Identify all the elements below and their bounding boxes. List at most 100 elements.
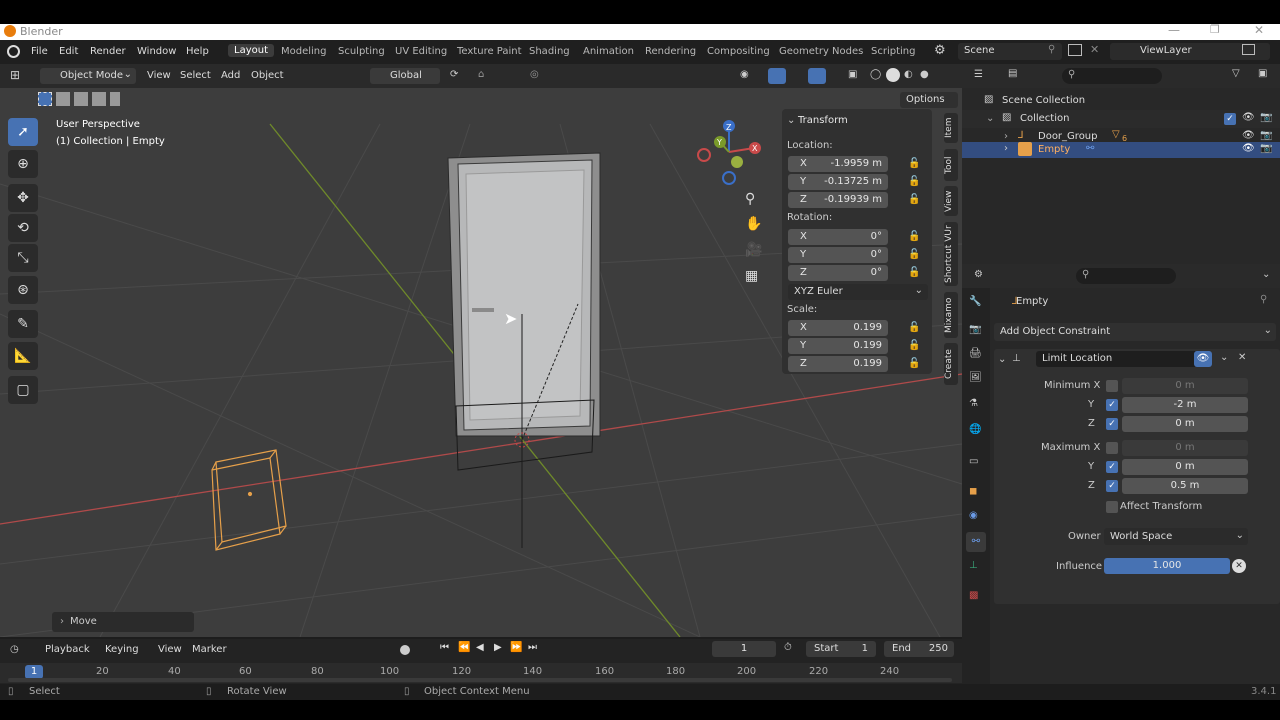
rotation-x-field[interactable]: X 0° [788, 229, 888, 245]
disable-keep-transform-icon[interactable]: ✕ [1232, 559, 1246, 573]
scale-z-field[interactable]: Z 0.199 [788, 356, 888, 372]
menu-window[interactable]: Window [137, 46, 176, 57]
tab-sculpting[interactable]: Sculpting [338, 46, 385, 57]
zoom-icon[interactable]: ⚲ [745, 191, 755, 207]
move-tool[interactable]: ✥ [8, 184, 38, 212]
scale-tool[interactable]: ⤡ [8, 244, 38, 272]
tab-tool[interactable]: Tool [944, 149, 958, 181]
constraints-tab-icon[interactable]: ⚯ [966, 532, 986, 552]
menu-marker[interactable]: Marker [192, 644, 227, 655]
menu-file[interactable]: File [31, 46, 48, 57]
visibility-icon[interactable]: ◉ [740, 69, 749, 80]
menu-add[interactable]: Add [221, 70, 240, 81]
door-object[interactable] [447, 152, 601, 548]
max-y-field[interactable]: 0 m [1122, 459, 1248, 475]
tab-geometry-nodes[interactable]: Geometry Nodes [779, 46, 863, 57]
solid-shading-icon[interactable] [886, 68, 900, 82]
jump-end-icon[interactable]: ⏭ [528, 642, 537, 653]
transform-tool[interactable]: ⊛ [8, 276, 38, 304]
new-collection-icon[interactable]: ▣ [1258, 68, 1267, 79]
mode-dropdown[interactable]: Object Mode ⌄ [40, 68, 136, 84]
new-view-layer-icon[interactable] [1242, 44, 1255, 55]
object-data-tab-icon[interactable]: ⊥ [969, 560, 978, 571]
grid-perspective-icon[interactable]: ▦ [745, 268, 758, 284]
start-frame-field[interactable]: Start 1 [806, 641, 876, 657]
collection-tab-icon[interactable]: ▭ [969, 456, 978, 467]
tab-uv-editing[interactable]: UV Editing [395, 46, 447, 57]
tab-shortcut-vur[interactable]: Shortcut VUr [944, 222, 958, 286]
chevron-down-icon[interactable]: ⌄ [1262, 269, 1270, 280]
menu-edit[interactable]: Edit [59, 46, 78, 57]
select-box-tool[interactable]: ➚ [8, 118, 38, 146]
min-x-field[interactable]: 0 m [1122, 378, 1248, 394]
menu-view-timeline[interactable]: View [158, 644, 182, 655]
3d-viewport[interactable]: Z X Y ⊞ Object Mode ⌄ View Select Add Ob… [0, 64, 962, 637]
lock-icon[interactable]: 🔓 [908, 231, 920, 242]
play-reverse-icon[interactable]: ◀ [476, 642, 484, 653]
tab-scripting[interactable]: Scripting [871, 46, 915, 57]
maximize-icon[interactable]: ❐ [1210, 23, 1220, 36]
scene-icon[interactable]: ⚙ [934, 43, 946, 58]
select-new-icon[interactable] [38, 92, 52, 106]
selection-mode-buttons[interactable] [36, 92, 120, 106]
view-layer-tab-icon[interactable]: 🖼 [969, 372, 982, 383]
outliner-row-collection[interactable]: ⌄ ▨ Collection ✓ 👁 📷 [962, 110, 1280, 128]
render-tab-icon[interactable]: 📷 [969, 324, 981, 335]
constraint-name-field[interactable]: Limit Location [1036, 351, 1206, 367]
tab-shading[interactable]: Shading [529, 46, 570, 57]
tab-layout[interactable]: Layout [228, 44, 274, 57]
collection-checkbox[interactable]: ✓ [1224, 113, 1236, 125]
properties-editor-icon[interactable]: ⚙ [974, 269, 983, 280]
scale-x-field[interactable]: X 0.199 [788, 320, 888, 336]
remove-constraint-icon[interactable]: ✕ [1238, 352, 1246, 363]
affect-transform-checkbox[interactable] [1106, 501, 1118, 513]
delete-scene-icon[interactable]: ✕ [1090, 43, 1099, 56]
stopwatch-icon[interactable]: ⏱ [784, 642, 792, 653]
pivot-icon[interactable]: ⟳ [450, 69, 458, 80]
current-frame-field[interactable]: 1 [712, 641, 776, 657]
close-icon[interactable]: ✕ [1254, 23, 1264, 37]
menu-render[interactable]: Render [90, 46, 126, 57]
min-y-checkbox[interactable]: ✓ [1106, 399, 1118, 411]
record-icon[interactable] [400, 645, 410, 655]
annotate-tool[interactable]: ✎ [8, 310, 38, 338]
max-y-checkbox[interactable]: ✓ [1106, 461, 1118, 473]
collapse-icon[interactable]: ⌄ [787, 115, 795, 126]
menu-object[interactable]: Object [251, 70, 284, 81]
pin-icon[interactable]: ⚲ [1048, 44, 1055, 55]
add-cube-tool[interactable]: ▢ [8, 376, 38, 404]
hand-pan-icon[interactable]: ✋ [745, 216, 762, 232]
pin-icon[interactable]: ⚲ [1260, 294, 1267, 305]
last-operator-panel[interactable]: › Move [52, 612, 194, 632]
timeline-editor-icon[interactable]: ◷ [10, 644, 19, 655]
location-y-field[interactable]: Y -0.13725 m [788, 174, 888, 190]
influence-slider[interactable]: 1.000 [1104, 558, 1230, 574]
min-y-field[interactable]: -2 m [1122, 397, 1248, 413]
options-dropdown[interactable]: Options [900, 92, 958, 108]
lock-icon[interactable]: 🔓 [908, 267, 920, 278]
cursor-tool[interactable]: ⊕ [8, 150, 38, 178]
min-z-field[interactable]: 0 m [1122, 416, 1248, 432]
location-x-field[interactable]: X -1.9959 m [788, 156, 888, 172]
select-invert-icon[interactable] [92, 92, 106, 106]
tab-item[interactable]: Item [944, 113, 958, 143]
lock-icon[interactable]: 🔓 [908, 322, 920, 333]
rendered-shading-icon[interactable]: ● [920, 69, 929, 80]
owner-space-dropdown[interactable]: World Space ⌄ [1104, 528, 1248, 545]
chevron-right-icon[interactable]: › [1004, 143, 1008, 154]
tab-view[interactable]: View [944, 186, 958, 216]
tab-animation[interactable]: Animation [583, 46, 634, 57]
camera-icon[interactable]: 🎥 [745, 242, 762, 258]
max-x-field[interactable]: 0 m [1122, 440, 1248, 456]
outliner-row-empty[interactable]: › Empty ⚯ 👁 📷 [962, 142, 1280, 158]
next-keyframe-icon[interactable]: ⏩ [510, 642, 522, 653]
overlay-toggle-icon[interactable] [808, 68, 826, 84]
empty-cube[interactable] [211, 449, 287, 551]
playhead[interactable]: 1 [25, 665, 43, 679]
menu-select[interactable]: Select [180, 70, 211, 81]
menu-help[interactable]: Help [186, 46, 209, 57]
tab-compositing[interactable]: Compositing [707, 46, 770, 57]
jump-start-icon[interactable]: ⏮ [440, 642, 449, 653]
min-x-checkbox[interactable] [1106, 380, 1118, 392]
snap-icon[interactable]: ⌂ [478, 69, 484, 80]
